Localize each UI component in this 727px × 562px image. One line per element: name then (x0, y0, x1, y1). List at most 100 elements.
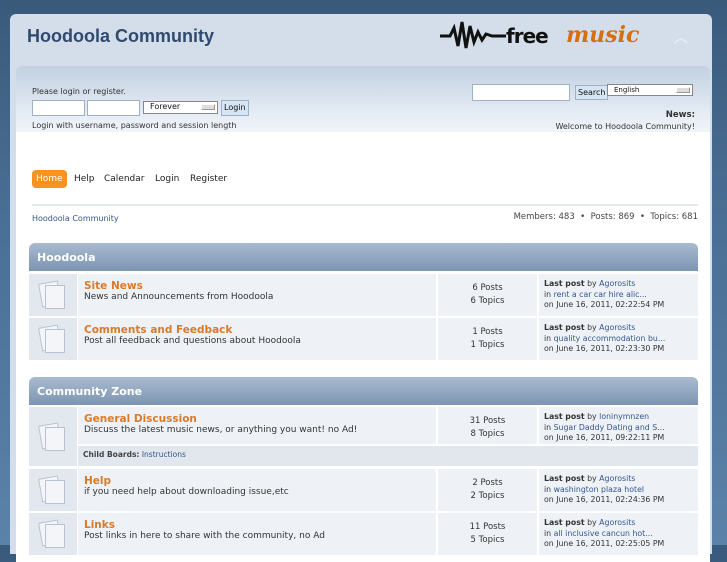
last-post-topic[interactable]: rent a car car hire alic... (554, 290, 647, 299)
last-post-author[interactable]: Agorosits (599, 474, 635, 483)
topic-count: 6 Topics (470, 296, 505, 306)
divider (32, 204, 698, 206)
board-icon (29, 513, 77, 555)
language-select[interactable]: English (607, 84, 693, 96)
last-post-date: on June 16, 2011, 02:25:05 PM (544, 539, 665, 548)
chevron-up-icon[interactable]: ︿ (674, 27, 688, 47)
topic-count: 2 Topics (470, 491, 505, 501)
password-input[interactable] (87, 100, 140, 116)
waveform-icon (440, 21, 506, 49)
topic-count: 8 Topics (470, 429, 505, 439)
board-stats: 6 Posts 6 Topics (438, 274, 537, 316)
logo-text-music: music (566, 22, 640, 48)
last-post-label: Last post (544, 518, 585, 527)
login-prompt: Please login or register. (32, 87, 126, 96)
in-label: in (544, 289, 554, 299)
last-post: Last post by loninymnzen in Sugar Daddy D… (539, 407, 698, 444)
by-label: by (584, 279, 600, 288)
board-name[interactable]: General Discussion (84, 413, 430, 425)
news-text: Welcome to Hoodoola Community! (555, 122, 695, 131)
board-description: if you need help about downloading issue… (84, 487, 289, 497)
last-post-date: on June 16, 2011, 02:24:36 PM (544, 495, 665, 504)
last-post-label: Last post (544, 474, 585, 483)
board-info: Help if you need help about downloading i… (78, 469, 436, 511)
last-post-author[interactable]: Agorosits (599, 279, 635, 288)
last-post-label: Last post (544, 279, 585, 288)
board-description: News and Announcements from Hoodoola (84, 292, 274, 302)
last-post-label: Last post (544, 323, 585, 332)
board-icon (29, 318, 77, 360)
pages-icon (38, 280, 66, 309)
post-count: 11 Posts (469, 522, 506, 532)
pages-icon (38, 421, 66, 451)
user-section: Please login or register. Forever Login … (16, 66, 710, 141)
search-button[interactable]: Search (575, 85, 609, 100)
login-button[interactable]: Login (221, 100, 249, 116)
in-label: in (544, 528, 554, 538)
board-stats: 2 Posts 2 Topics (438, 469, 537, 511)
board-stats: 31 Posts 8 Topics (438, 407, 537, 444)
board-stats: 1 Posts 1 Topics (438, 318, 537, 360)
board-icon (29, 407, 77, 466)
nav-login[interactable]: Login (155, 170, 179, 188)
site-title[interactable]: Hoodoola Community (27, 26, 214, 47)
session-length-select[interactable]: Forever (143, 101, 218, 114)
child-board-link[interactable]: Instructions (142, 450, 186, 459)
post-count: 1 Posts (472, 327, 503, 337)
last-post: Last post by Agorosits in quality accommo… (539, 318, 698, 360)
last-post-topic[interactable]: quality accommodation bu... (554, 334, 666, 343)
post-count: 31 Posts (469, 416, 506, 426)
last-post-topic[interactable]: Sugar Daddy Dating and S... (554, 423, 665, 432)
topic-count: 5 Topics (470, 535, 505, 545)
session-length-value: Forever (150, 102, 181, 111)
last-post-topic[interactable]: washington plaza hotel (554, 485, 644, 494)
category-header[interactable]: Hoodoola (29, 243, 698, 271)
last-post: Last post by Agorosits in all inclusive c… (539, 513, 698, 555)
last-post-author[interactable]: Agorosits (599, 323, 635, 332)
board-name[interactable]: Comments and Feedback (84, 324, 430, 336)
board-icon (29, 274, 77, 316)
post-count: 2 Posts (472, 478, 503, 488)
login-hint: Login with username, password and sessio… (32, 121, 237, 130)
board-icon (29, 469, 77, 511)
by-label: by (584, 323, 600, 332)
breadcrumb[interactable]: Hoodoola Community (32, 214, 119, 223)
last-post-author[interactable]: Agorosits (599, 518, 635, 527)
board-stats: 11 Posts 5 Topics (438, 513, 537, 555)
nav-calendar[interactable]: Calendar (104, 170, 144, 188)
nav-register[interactable]: Register (190, 170, 227, 188)
board-info: Links Post links in here to share with th… (78, 513, 436, 555)
by-label: by (584, 518, 600, 527)
last-post-date: on June 16, 2011, 02:22:54 PM (544, 300, 665, 309)
logo-text-free: free (506, 24, 549, 48)
in-label: in (544, 333, 554, 343)
child-boards-label: Child Boards: (83, 450, 140, 459)
in-label: in (544, 422, 554, 432)
board-info: Comments and Feedback Post all feedback a… (78, 318, 436, 360)
board-description: Discuss the latest music news, or anythi… (84, 425, 358, 435)
board-name[interactable]: Links (84, 519, 430, 531)
search-input[interactable] (472, 84, 570, 101)
category-header[interactable]: Community Zone (29, 377, 698, 405)
last-post: Last post by Agorosits in washington plaz… (539, 469, 698, 511)
username-input[interactable] (32, 100, 85, 116)
board-info: General Discussion Discuss the latest mus… (78, 407, 436, 444)
board-name[interactable]: Site News (84, 280, 430, 292)
board-info: Site News News and Announcements from Hoo… (78, 274, 436, 316)
last-post: Last post by Agorosits in rent a car car … (539, 274, 698, 316)
language-value: English (614, 86, 640, 94)
last-post-author[interactable]: loninymnzen (599, 412, 649, 421)
post-count: 6 Posts (472, 283, 503, 293)
in-label: in (544, 484, 554, 494)
last-post-topic[interactable]: all inclusive cancun hot... (554, 529, 653, 538)
pages-icon (38, 324, 66, 353)
nav-help[interactable]: Help (74, 170, 95, 188)
child-boards: Child Boards: Instructions (78, 446, 698, 466)
board-name[interactable]: Help (84, 475, 430, 487)
nav-home[interactable]: Home (32, 170, 67, 188)
topic-count: 1 Topics (470, 340, 505, 350)
dropdown-arrow-icon (201, 104, 215, 110)
freemusic-logo: free music (440, 18, 640, 52)
by-label: by (584, 474, 600, 483)
last-post-label: Last post (544, 412, 585, 421)
